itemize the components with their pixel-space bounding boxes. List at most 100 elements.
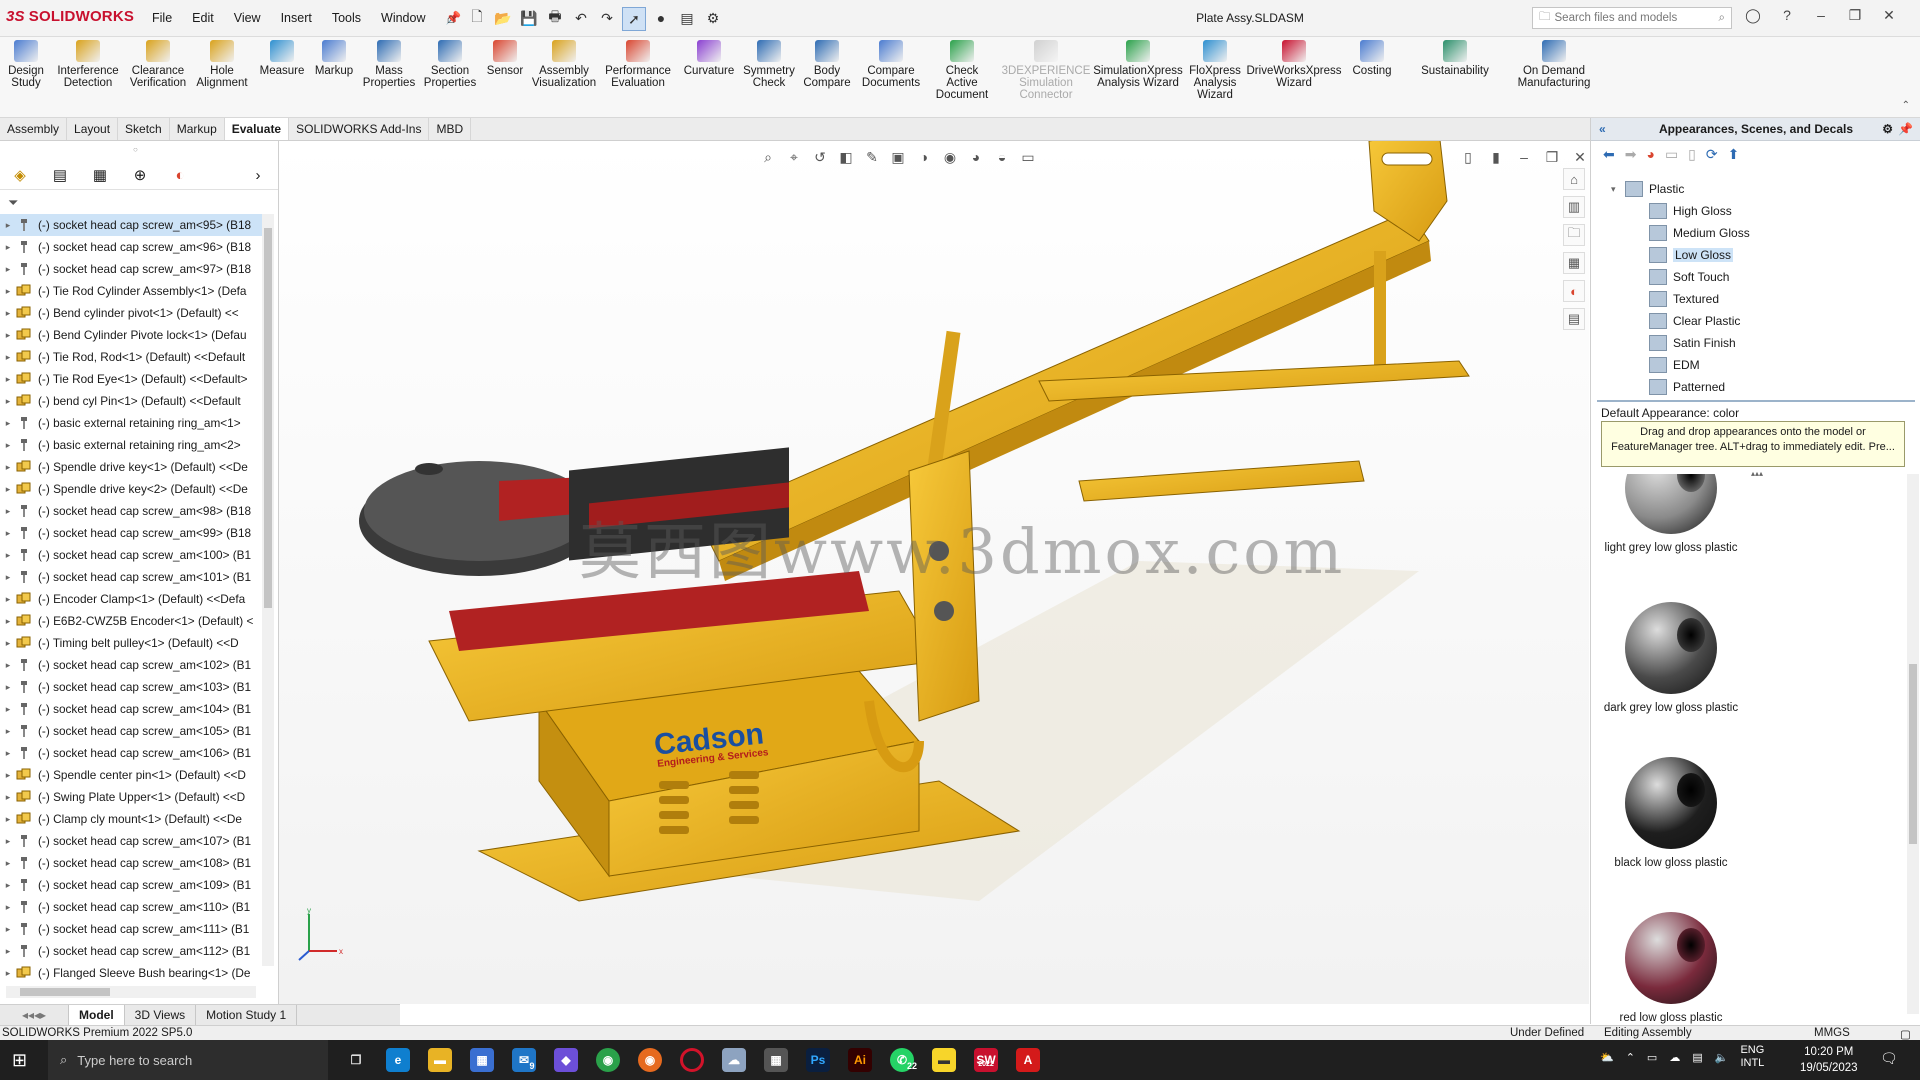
expand-arrow-icon[interactable]: ▸ bbox=[0, 946, 16, 957]
expand-arrow-icon[interactable]: ▸ bbox=[0, 814, 16, 825]
ribbon-button-performance-evaluation[interactable]: Performance Evaluation bbox=[604, 40, 672, 89]
onedrive-icon[interactable]: ☁ bbox=[1669, 1051, 1680, 1064]
tab-motion-study[interactable]: Motion Study 1 bbox=[196, 1005, 298, 1025]
appearance-item-textured[interactable]: Textured bbox=[1649, 288, 1750, 310]
appearance-swatch[interactable]: light grey low gloss plastic bbox=[1591, 474, 1751, 554]
appearance-item-edm[interactable]: EDM bbox=[1649, 354, 1750, 376]
menu-view[interactable]: View bbox=[224, 11, 271, 26]
display-manager-icon[interactable]: ◐ bbox=[160, 161, 200, 189]
tree-item[interactable]: ▸ (-) Bend Cylinder Pivote lock<1> (Defau bbox=[0, 324, 262, 346]
pane-options-gear-icon[interactable]: ⚙ bbox=[1882, 122, 1893, 136]
tab-sketch[interactable]: Sketch bbox=[118, 118, 170, 140]
tree-item[interactable]: ▸ (-) Tie Rod Cylinder Assembly<1> (Defa bbox=[0, 280, 262, 302]
refresh-icon[interactable]: ⟳ bbox=[1706, 146, 1718, 163]
back-arrow-icon[interactable]: ⬅ bbox=[1603, 146, 1615, 163]
ribbon-button-design-study[interactable]: Design Study bbox=[6, 40, 46, 89]
ribbon-button-measure[interactable]: Measure bbox=[258, 40, 306, 77]
acrobat-icon[interactable]: A bbox=[1016, 1048, 1040, 1072]
folder-plastic[interactable]: ▾ Plastic bbox=[1611, 178, 1750, 200]
appearance-swatch[interactable]: red low gloss plastic bbox=[1591, 894, 1751, 1024]
tree-item[interactable]: ▸ (-) socket head cap screw_am<111> (B1 bbox=[0, 918, 262, 940]
expand-arrow-icon[interactable]: ▸ bbox=[0, 550, 16, 561]
appearance-item-clear-plastic[interactable]: Clear Plastic bbox=[1649, 310, 1750, 332]
chevron-down-icon[interactable]: ▾ bbox=[1611, 184, 1625, 195]
task-view-icon[interactable]: ❐ bbox=[344, 1048, 368, 1072]
tree-item[interactable]: ▸ (-) Encoder Clamp<1> (Default) <<Defa bbox=[0, 588, 262, 610]
expand-arrow-icon[interactable]: ▸ bbox=[0, 484, 16, 495]
taskbar-search[interactable]: ⌕ Type here to search bbox=[48, 1040, 328, 1080]
tab-layout[interactable]: Layout bbox=[67, 118, 119, 140]
options-gear-icon[interactable]: ⚙ bbox=[702, 7, 724, 29]
ribbon-button-interference-detection[interactable]: Interference Detection bbox=[56, 40, 120, 89]
tree-item[interactable]: ▸ (-) basic external retaining ring_am<1> bbox=[0, 412, 262, 434]
tab-3d-views[interactable]: 3D Views bbox=[125, 1005, 197, 1025]
ribbon-button-clearance-verification[interactable]: Clearance Verification bbox=[128, 40, 188, 89]
store-icon[interactable]: ▦ bbox=[470, 1048, 494, 1072]
tree-item[interactable]: ▸ (-) Spendle drive key<1> (Default) <<De bbox=[0, 456, 262, 478]
forward-arrow-icon[interactable]: ➡ bbox=[1625, 146, 1637, 163]
view-palette-icon[interactable]: ▦ bbox=[1563, 252, 1585, 274]
restore-icon[interactable]: ❐ bbox=[1844, 7, 1866, 24]
add-file-icon[interactable]: ▯ bbox=[1688, 146, 1696, 163]
chevron-right-icon[interactable]: › bbox=[238, 161, 278, 189]
rebuild-icon[interactable]: ● bbox=[650, 7, 672, 29]
ribbon-button-mass-properties[interactable]: Mass Properties bbox=[362, 40, 416, 89]
expand-arrow-icon[interactable]: ▸ bbox=[0, 528, 16, 539]
tree-item[interactable]: ▸ (-) Timing belt pulley<1> (Default) <<D bbox=[0, 632, 262, 654]
ribbon-button-on-demand-manufacturing[interactable]: On Demand Manufacturing bbox=[1512, 40, 1596, 89]
tree-item[interactable]: ▸ (-) socket head cap screw_am<108> (B1 bbox=[0, 852, 262, 874]
expand-arrow-icon[interactable]: ▸ bbox=[0, 330, 16, 341]
solidworks-taskbar-icon[interactable]: SW 2022 bbox=[974, 1048, 998, 1072]
tree-item[interactable]: ▸ (-) Tie Rod Eye<1> (Default) <<Default> bbox=[0, 368, 262, 390]
clock[interactable]: 10:20 PM 19/05/2023 bbox=[1800, 1044, 1858, 1076]
expand-arrow-icon[interactable]: ▸ bbox=[0, 396, 16, 407]
expand-arrow-icon[interactable]: ▸ bbox=[0, 704, 16, 715]
expand-arrow-icon[interactable]: ▸ bbox=[0, 836, 16, 847]
add-folder-icon[interactable]: ▭ bbox=[1665, 146, 1678, 163]
undo-icon[interactable]: ↶ bbox=[570, 7, 592, 29]
tab-scroll-arrows[interactable]: ◂◂◂▸ bbox=[0, 1005, 69, 1025]
gallery-scrollbar[interactable] bbox=[1907, 474, 1919, 1014]
expand-arrow-icon[interactable]: ▸ bbox=[0, 462, 16, 473]
windows-start-icon[interactable]: ⊞ bbox=[12, 1050, 27, 1071]
tree-item[interactable]: ▸ (-) Spendle drive key<2> (Default) <<De bbox=[0, 478, 262, 500]
discord-icon[interactable]: ◆ bbox=[554, 1048, 578, 1072]
expand-arrow-icon[interactable]: ▸ bbox=[0, 792, 16, 803]
ribbon-button-section-properties[interactable]: Section Properties bbox=[422, 40, 478, 89]
mail-icon[interactable]: ✉ 9 bbox=[512, 1048, 536, 1072]
ribbon-button-body-compare[interactable]: Body Compare bbox=[802, 40, 852, 89]
expand-arrow-icon[interactable]: ▸ bbox=[0, 770, 16, 781]
whatsapp-icon[interactable]: ✆ 22 bbox=[890, 1048, 917, 1072]
ribbon-button-floxpress-analysis-wizard[interactable]: FloXpress Analysis Wizard bbox=[1188, 40, 1242, 101]
network-icon[interactable]: ▤ bbox=[1692, 1051, 1702, 1064]
ribbon-button-driveworksxpress-wizard[interactable]: DriveWorksXpress Wizard bbox=[1247, 40, 1342, 89]
collapse-ribbon-icon[interactable]: ⌃ bbox=[1902, 100, 1910, 111]
expand-arrow-icon[interactable]: ▸ bbox=[0, 880, 16, 891]
notifications-icon[interactable]: 🗨 bbox=[1880, 1050, 1898, 1067]
appearance-item-low-gloss[interactable]: Low Gloss bbox=[1649, 244, 1750, 266]
open-icon[interactable]: 📂 bbox=[492, 7, 514, 29]
file-properties-icon[interactable]: ▤ bbox=[676, 7, 698, 29]
expand-arrow-icon[interactable]: ▸ bbox=[0, 374, 16, 385]
chrome-icon[interactable]: ◉ bbox=[596, 1048, 620, 1072]
volume-icon[interactable]: 🔈 bbox=[1715, 1051, 1729, 1064]
firefox-icon[interactable]: ◉ bbox=[638, 1048, 662, 1072]
tree-item[interactable]: ▸ (-) Spendle center pin<1> (Default) <<D bbox=[0, 764, 262, 786]
tab-markup[interactable]: Markup bbox=[170, 118, 225, 140]
expand-arrow-icon[interactable]: ▸ bbox=[0, 506, 16, 517]
help-icon[interactable]: ? bbox=[1776, 7, 1798, 24]
tree-item[interactable]: ▸ (-) socket head cap screw_am<95> (B18 bbox=[0, 214, 262, 236]
language-indicator[interactable]: ENG INTL bbox=[1740, 1044, 1764, 1070]
expand-arrow-icon[interactable]: ▸ bbox=[0, 858, 16, 869]
expand-arrow-icon[interactable]: ▸ bbox=[0, 726, 16, 737]
ribbon-button-symmetry-check[interactable]: Symmetry Check bbox=[742, 40, 796, 89]
ribbon-button-sustainability[interactable]: Sustainability bbox=[1420, 40, 1490, 77]
photoshop-icon[interactable]: Ps bbox=[806, 1048, 830, 1072]
expand-arrow-icon[interactable]: ▸ bbox=[0, 660, 16, 671]
tree-item[interactable]: ▸ (-) Bend cylinder pivot<1> (Default) << bbox=[0, 302, 262, 324]
opera-icon[interactable] bbox=[680, 1048, 704, 1072]
tooltip-toggle-icon[interactable]: ▢ bbox=[1900, 1027, 1911, 1041]
tree-item[interactable]: ▸ (-) Swing Plate Upper<1> (Default) <<D bbox=[0, 786, 262, 808]
menu-edit[interactable]: Edit bbox=[182, 11, 224, 26]
ribbon-button-costing[interactable]: Costing bbox=[1348, 40, 1396, 77]
